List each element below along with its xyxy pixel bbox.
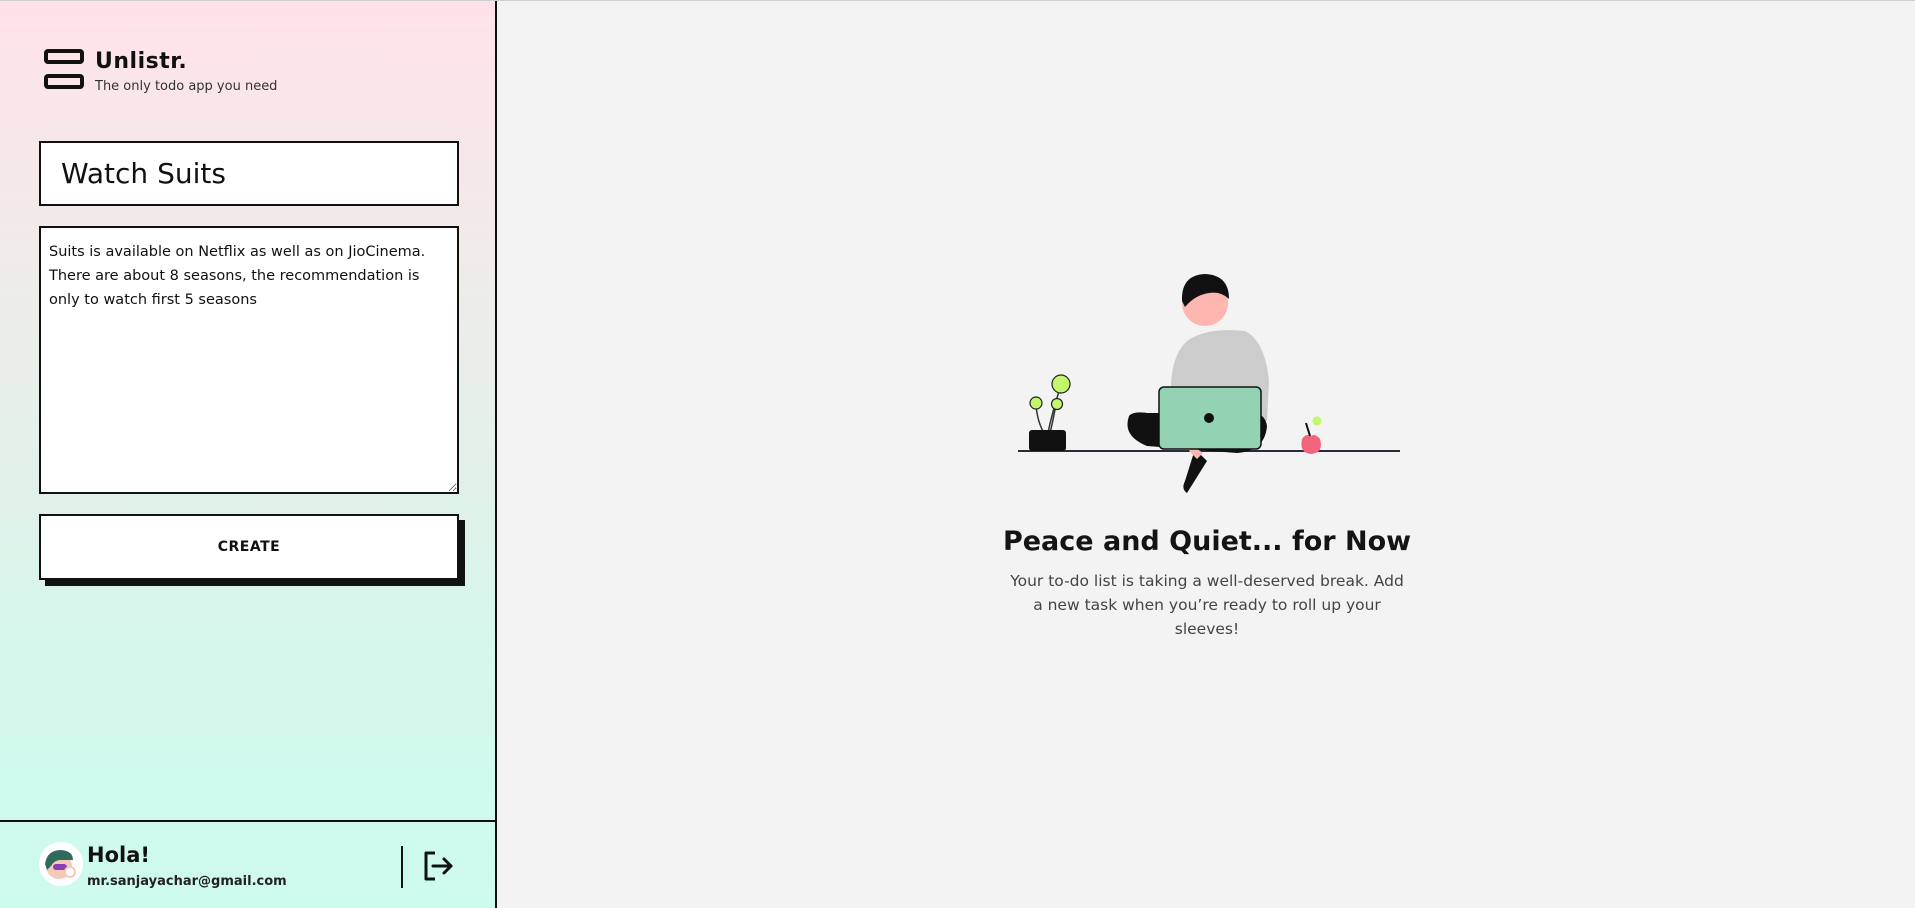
empty-state: Peace and Quiet... for Now Your to-do li… [997,261,1417,641]
list-layout-icon [44,49,84,89]
app-name: Unlistr. [95,49,188,74]
logout-icon [424,851,453,881]
sidebar: Unlistr. The only todo app you need Suit… [0,1,497,908]
avatar [39,842,83,886]
person-with-laptop-illustration [1018,274,1400,493]
user-email: mr.sanjayachar@gmail.com [87,874,287,889]
app-tagline: The only todo app you need [95,79,278,94]
task-title-input[interactable] [39,141,459,206]
main-panel: Peace and Quiet... for Now Your to-do li… [497,1,1915,908]
user-footer: Hola! mr.sanjayachar@gmail.com [0,820,495,908]
greeting: Hola! [87,843,150,867]
app-window: Unlistr. The only todo app you need Suit… [0,0,1915,908]
create-button[interactable]: CREATE [39,514,459,580]
task-description-input[interactable]: Suits is available on Netflix as well as… [39,226,459,494]
brand: Unlistr. The only todo app you need [44,49,277,94]
footer-divider [401,846,403,888]
empty-state-title: Peace and Quiet... for Now [1002,526,1412,557]
empty-state-message: Your to-do list is taking a well-deserve… [1010,572,1404,638]
avatar-icon [39,842,83,886]
logout-button[interactable] [420,848,456,884]
